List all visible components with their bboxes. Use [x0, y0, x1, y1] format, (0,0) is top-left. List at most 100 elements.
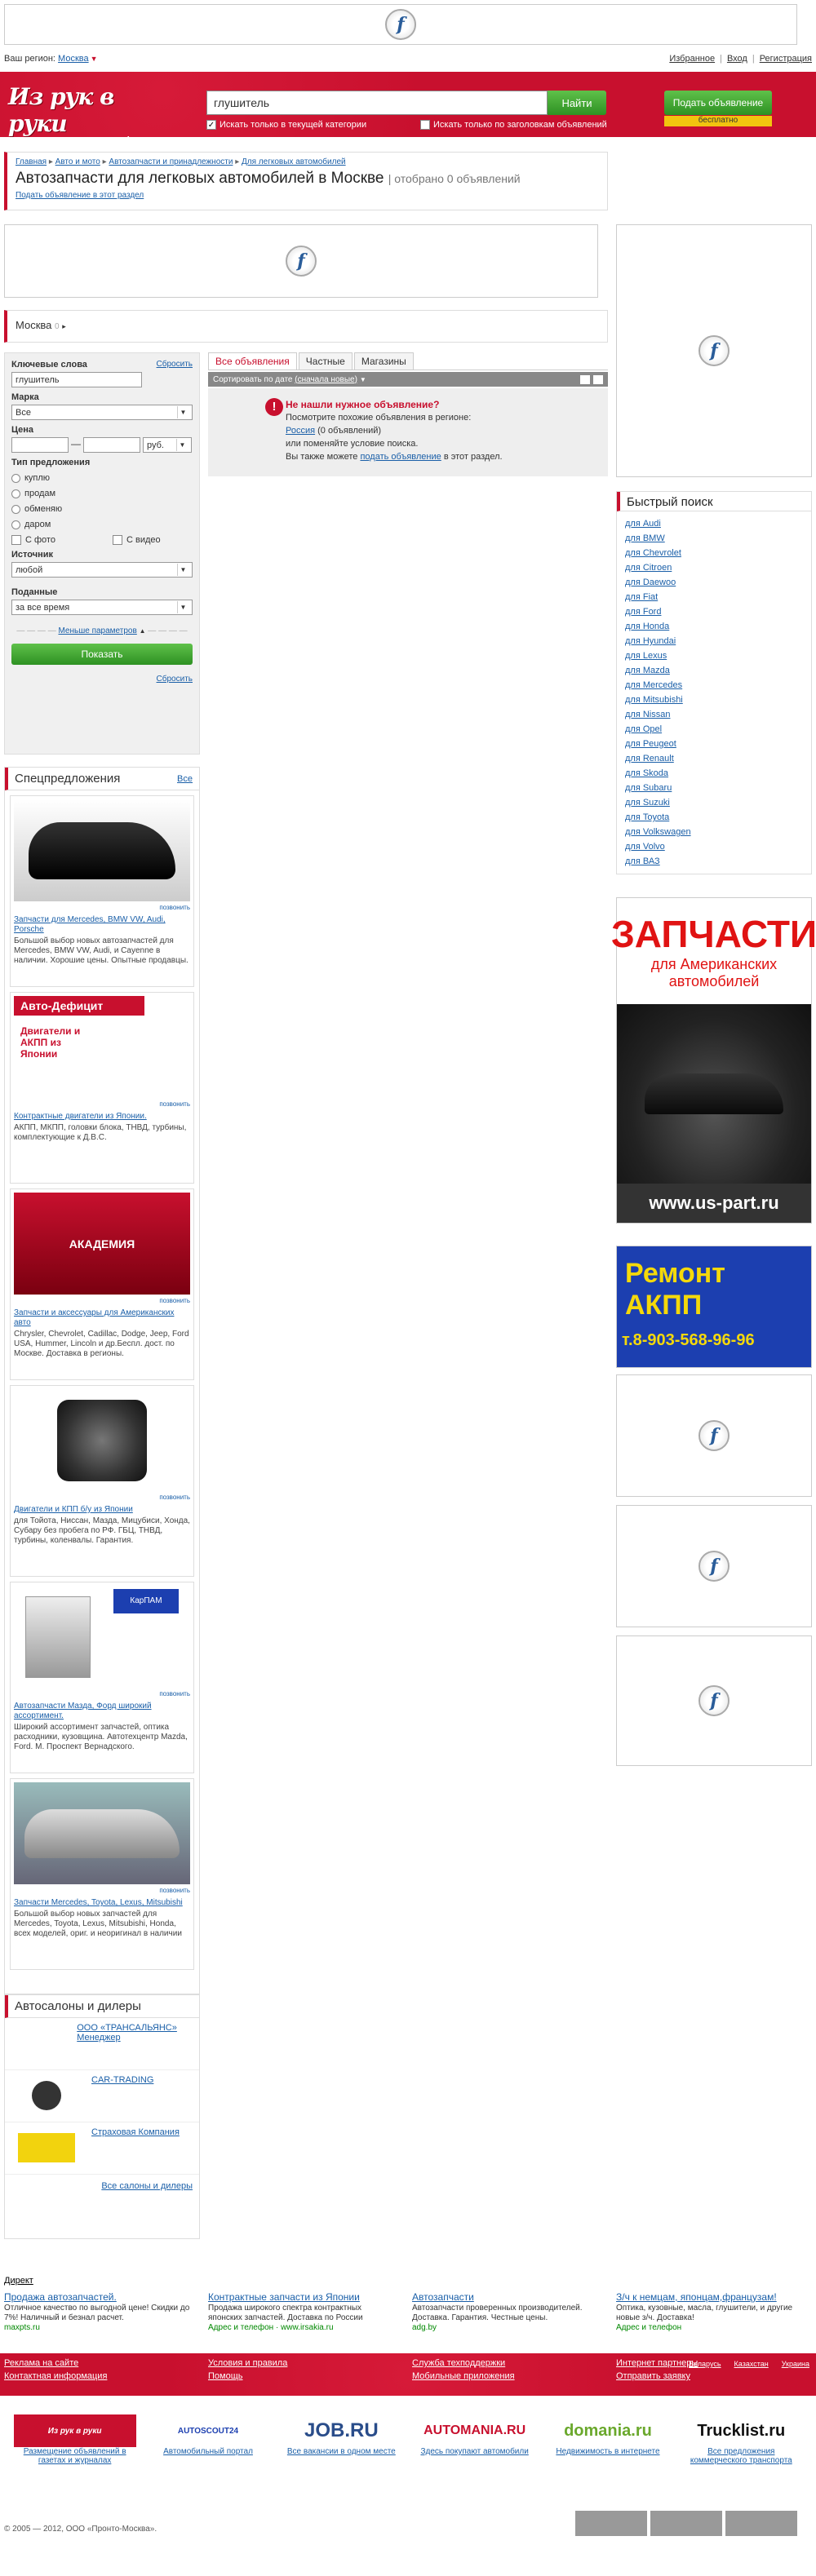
quick-search-item[interactable]: для BMW [625, 531, 803, 546]
quick-search-item[interactable]: для Subaru [625, 781, 803, 795]
direct-ad-title[interactable]: Контрактные запчасти из Японии [208, 2291, 360, 2303]
quick-search-link[interactable]: для Suzuki [625, 798, 670, 808]
footer-link[interactable]: Помощь [208, 2371, 412, 2381]
direct-ad[interactable]: З/ч к немцам, японцам,французам! Оптика, … [616, 2292, 805, 2333]
sort-select[interactable]: (сначала новые) [295, 375, 357, 384]
akpp-ad[interactable]: Ремонт АКПП т.8-903-568-96-96 [616, 1246, 812, 1368]
advertise-link[interactable]: позвонить [14, 1689, 190, 1699]
tab-private[interactable]: Частные [298, 352, 353, 370]
post-ad-button[interactable]: Подать объявление [664, 91, 772, 115]
specials-all-link[interactable]: Все [177, 774, 193, 784]
direct-ad-url[interactable]: Адрес и телефон [616, 2323, 805, 2333]
offer-type-buy[interactable]: куплю [11, 473, 193, 483]
direct-ad-url[interactable]: Адрес и телефон · www.irsakia.ru [208, 2323, 397, 2333]
card-title[interactable]: Контрактные двигатели из Японии. [14, 1112, 190, 1122]
partner-irr[interactable]: Из рук в руки Размещение объявлений в газ… [13, 2414, 136, 2465]
direct-ad[interactable]: Продажа автозапчастей. Отличное качество … [4, 2292, 193, 2333]
keywords-input[interactable]: глушитель [11, 372, 142, 387]
quick-search-item[interactable]: для Honda [625, 619, 803, 634]
only-category-checkbox[interactable]: ✓ [206, 120, 216, 130]
footer-link[interactable]: Реклама на сайте [4, 2358, 208, 2368]
quick-search-link[interactable]: для BMW [625, 533, 665, 543]
quick-search-item[interactable]: для Peugeot [625, 737, 803, 751]
flash-ad-3[interactable]: f [616, 1635, 812, 1766]
partner-trucklist[interactable]: Trucklist.ru Все предложения коммерческог… [680, 2414, 802, 2466]
counter-badge[interactable] [650, 2511, 722, 2536]
city-selector[interactable]: Москва 0 ▸ [4, 310, 608, 343]
card-title[interactable]: Запчасти и аксессуары для Американских а… [14, 1308, 190, 1328]
only-titles-checkbox-row[interactable]: Искать только по заголовкам объявлений [420, 120, 607, 130]
radio-icon[interactable] [11, 489, 20, 498]
brand-select[interactable]: Все ▼ [11, 405, 193, 420]
partner-automania[interactable]: AUTOMANIA.RU Здесь покупают автомобили [414, 2414, 536, 2456]
post-in-section-link[interactable]: Подать объявление в этот раздел [16, 191, 599, 200]
us-parts-ad[interactable]: ЗАПЧАСТИ для Американских автомобилей ww… [611, 897, 816, 1224]
footer-link[interactable]: Мобильные приложения [412, 2371, 616, 2381]
offer-type-sell[interactable]: продам [11, 489, 193, 498]
posted-select[interactable]: за все время ▼ [11, 600, 193, 615]
advertise-link[interactable]: позвонить [14, 1493, 190, 1503]
quick-search-item[interactable]: для Opel [625, 722, 803, 737]
radio-icon[interactable] [11, 504, 20, 514]
quick-search-item[interactable]: для Ford [625, 604, 803, 619]
region-select[interactable]: Москва [58, 54, 89, 64]
search-button[interactable]: Найти [548, 91, 606, 115]
special-card[interactable]: КарПАМ позвонить Автозапчасти Мазда, Фор… [10, 1582, 194, 1773]
footer-link[interactable]: Контактная информация [4, 2371, 208, 2381]
quick-search-item[interactable]: для Mitsubishi [625, 693, 803, 707]
quick-search-item[interactable]: для Fiat [625, 590, 803, 604]
partner-domania[interactable]: domania.ru Недвижимость в интернете [547, 2414, 669, 2457]
price-to-input[interactable] [83, 437, 140, 453]
direct-ad[interactable]: Контрактные запчасти из Японии Продажа ши… [208, 2292, 397, 2333]
special-card[interactable]: позвонить Запчасти для Mercedes, BMW VW,… [10, 795, 194, 987]
card-title[interactable]: Двигатели и КПП б/у из Японии [14, 1505, 190, 1515]
counter-badge[interactable] [725, 2511, 797, 2536]
radio-icon[interactable] [11, 473, 20, 483]
radio-icon[interactable] [11, 520, 20, 529]
breadcrumb-auto[interactable]: Авто и мото [55, 157, 100, 166]
flash-ad-2[interactable]: f [616, 1505, 812, 1627]
partner-caption[interactable]: Все вакансии в одном месте [287, 2447, 396, 2456]
dealers-all-link[interactable]: Все салоны и дилеры [101, 2181, 193, 2191]
partner-caption[interactable]: Все предложения коммерческого транспорта [690, 2447, 792, 2465]
register-link[interactable]: Регистрация [760, 54, 812, 64]
quick-search-item[interactable]: для Chevrolet [625, 546, 803, 560]
offer-type-free[interactable]: даром [11, 520, 193, 529]
partner-caption[interactable]: Автомобильный портал [163, 2447, 253, 2456]
direct-ad-url[interactable]: adg.by [412, 2323, 601, 2333]
quick-search-link[interactable]: для Peugeot [625, 739, 676, 749]
footer-link[interactable]: Условия и правила [208, 2358, 412, 2368]
partner-caption[interactable]: Недвижимость в интернете [556, 2447, 659, 2456]
breadcrumb-home[interactable]: Главная [16, 157, 47, 166]
partner-caption[interactable]: Здесь покупают автомобили [420, 2447, 528, 2456]
quick-search-link[interactable]: для Honda [625, 622, 669, 631]
only-titles-checkbox[interactable] [420, 120, 430, 130]
reset-link[interactable]: Сбросить [157, 360, 193, 370]
quick-search-link[interactable]: для Ford [625, 607, 661, 617]
quick-search-item[interactable]: для Mazda [625, 663, 803, 678]
quick-search-link[interactable]: для Nissan [625, 710, 670, 719]
dealer-item[interactable]: ООО «ТРАНСАЛЬЯНС» Менеджер [5, 2018, 199, 2070]
quick-search-item[interactable]: для Skoda [625, 766, 803, 781]
direct-ad-title[interactable]: Автозапчасти [412, 2291, 474, 2303]
fewer-params-row[interactable]: — — — — Меньше параметров ▲ — — — — [11, 626, 193, 635]
quick-search-link[interactable]: для Mazda [625, 666, 670, 675]
advertise-link[interactable]: позвонить [14, 1100, 190, 1109]
footer-link[interactable]: Служба техподдержки [412, 2358, 616, 2368]
special-card[interactable]: позвонить Двигатели и КПП б/у из Японии … [10, 1385, 194, 1577]
tab-all[interactable]: Все объявления [208, 352, 297, 370]
card-title[interactable]: Автозапчасти Мазда, Форд широкий ассорти… [14, 1702, 190, 1721]
lang-belarus-link[interactable]: Беларусь [689, 2360, 721, 2368]
quick-search-item[interactable]: для Renault [625, 751, 803, 766]
quick-search-item[interactable]: для Lexus [625, 648, 803, 663]
advertise-link[interactable]: позвонить [14, 903, 190, 913]
direct-label[interactable]: Директ [4, 2276, 33, 2286]
lang-ukraine-link[interactable]: Украина [782, 2360, 809, 2368]
direct-ad-title[interactable]: З/ч к немцам, японцам,французам! [616, 2291, 777, 2303]
post-ad-link[interactable]: подать объявление [360, 452, 441, 462]
site-logo[interactable]: Из рук в руки www.irr.ru [8, 83, 147, 145]
list-view-icon[interactable] [580, 374, 590, 384]
quick-search-item[interactable]: для Volvo [625, 839, 803, 854]
quick-search-link[interactable]: для Citroen [625, 563, 672, 573]
quick-search-link[interactable]: для ВАЗ [625, 856, 660, 866]
